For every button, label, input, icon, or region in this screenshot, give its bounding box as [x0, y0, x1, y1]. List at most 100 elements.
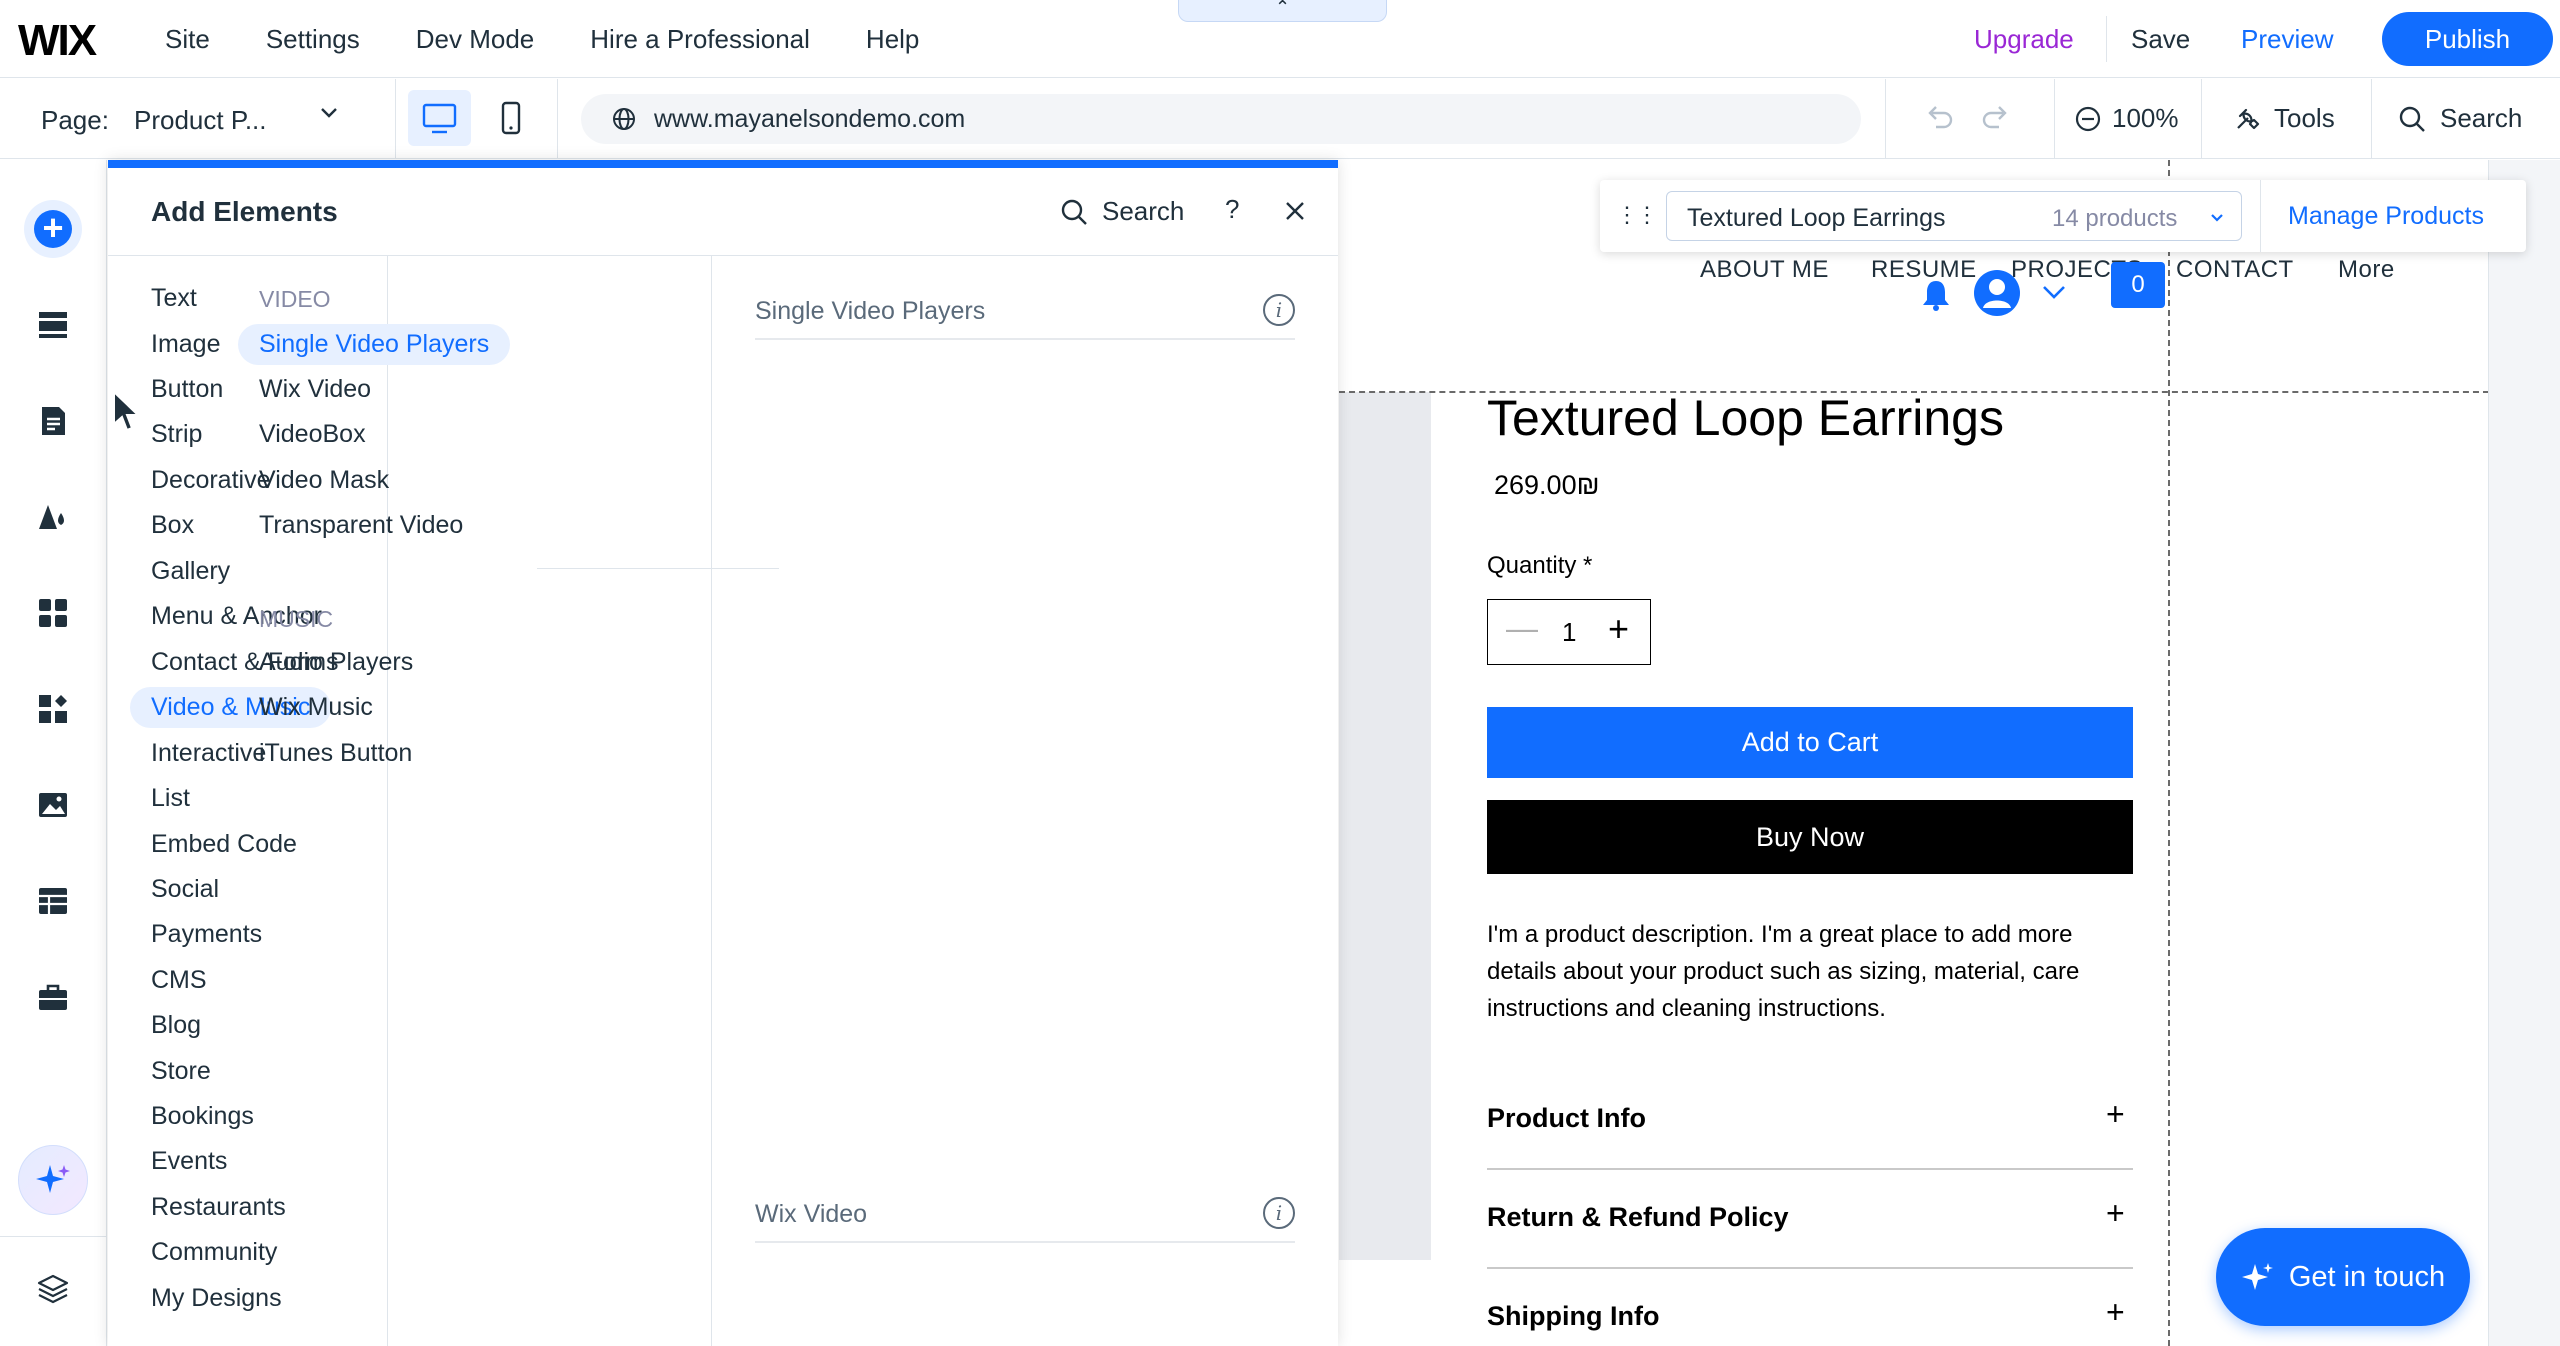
quantity-stepper[interactable]: — 1 + — [1487, 599, 1651, 665]
sub-videobox[interactable]: VideoBox — [259, 420, 366, 449]
add-elements-button[interactable]: + — [24, 200, 82, 258]
product-description[interactable]: I'm a product description. I'm a great p… — [1487, 916, 2127, 1027]
member-avatar[interactable] — [1974, 270, 2020, 316]
business-apps-button[interactable] — [24, 680, 82, 738]
apps-button[interactable] — [24, 584, 82, 642]
sparkle-icon — [2241, 1263, 2273, 1290]
save-button[interactable]: Save — [2131, 24, 2190, 55]
sections-button[interactable] — [24, 296, 82, 354]
add-to-cart-button[interactable]: Add to Cart — [1487, 707, 2133, 778]
site-nav-about[interactable]: ABOUT ME — [1700, 256, 1829, 284]
category-community[interactable]: Community — [151, 1238, 277, 1267]
category-my-designs[interactable]: My Designs — [151, 1284, 282, 1313]
panel-search-button[interactable]: Search — [1060, 196, 1184, 227]
page-selector[interactable]: Product P... — [134, 105, 267, 136]
info-icon[interactable]: i — [1263, 1197, 1295, 1229]
cms-button[interactable] — [24, 872, 82, 930]
product-selector[interactable]: Textured Loop Earrings 14 products — [1666, 191, 2242, 241]
divider — [395, 79, 396, 159]
drag-handle-icon[interactable]: ⋮⋮ — [1616, 202, 1658, 228]
chevron-down-icon[interactable] — [2040, 278, 2068, 309]
plus-icon[interactable]: + — [1608, 608, 1629, 650]
layers-icon — [37, 1274, 69, 1304]
menu-hire-professional[interactable]: Hire a Professional — [590, 24, 810, 55]
category-cms[interactable]: CMS — [151, 966, 207, 995]
category-payments[interactable]: Payments — [151, 920, 262, 949]
sub-single-video-players[interactable]: Single Video Players — [238, 324, 511, 365]
category-text[interactable]: Text — [151, 284, 197, 313]
bell-icon[interactable] — [1920, 278, 1952, 317]
product-price[interactable]: 269.00₪ — [1494, 470, 1600, 501]
category-box[interactable]: Box — [151, 511, 194, 540]
category-blog[interactable]: Blog — [151, 1011, 201, 1040]
divider — [2371, 79, 2372, 159]
product-title[interactable]: Textured Loop Earrings — [1487, 389, 2004, 447]
plus-icon[interactable]: + — [2106, 1195, 2125, 1232]
category-image[interactable]: Image — [151, 330, 220, 359]
upgrade-link[interactable]: Upgrade — [1974, 24, 2074, 55]
tools-button[interactable]: Tools — [2232, 103, 2335, 134]
category-decorative[interactable]: Decorative — [151, 466, 271, 495]
publish-button[interactable]: Publish — [2382, 12, 2553, 66]
undo-icon[interactable] — [1922, 101, 1956, 143]
plus-icon[interactable]: + — [2106, 1294, 2125, 1331]
plus-icon[interactable]: + — [2106, 1096, 2125, 1133]
help-icon[interactable]: ? — [1225, 194, 1239, 225]
ai-assistant-button[interactable] — [18, 1145, 88, 1215]
get-in-touch-button[interactable]: Get in touch — [2216, 1228, 2470, 1326]
mobile-view-button[interactable] — [490, 90, 532, 146]
media-button[interactable] — [24, 776, 82, 834]
redo-icon[interactable] — [1979, 101, 2013, 143]
category-restaurants[interactable]: Restaurants — [151, 1193, 286, 1222]
sub-itunes-button[interactable]: iTunes Button — [259, 739, 412, 768]
category-interactive[interactable]: Interactive — [151, 739, 266, 768]
plus-icon: + — [34, 210, 72, 248]
site-nav-contact[interactable]: CONTACT — [2176, 256, 2294, 284]
chevron-down-icon[interactable] — [318, 101, 340, 130]
menu-site[interactable]: Site — [165, 24, 210, 55]
close-icon[interactable] — [1282, 190, 1308, 232]
collapse-toolbar-button[interactable]: ⌃ — [1178, 0, 1387, 22]
sub-transparent-video[interactable]: Transparent Video — [259, 511, 463, 540]
site-url-bar[interactable]: www.mayanelsondemo.com — [581, 94, 1861, 144]
wix-logo[interactable]: WIX — [18, 16, 97, 66]
menu-help[interactable]: Help — [866, 24, 919, 55]
category-store[interactable]: Store — [151, 1057, 211, 1086]
category-list[interactable]: List — [151, 784, 190, 813]
layers-button[interactable] — [24, 1260, 82, 1318]
minus-icon[interactable]: — — [1506, 610, 1538, 647]
design-button[interactable] — [24, 488, 82, 546]
search-label: Search — [2440, 103, 2523, 133]
category-button[interactable]: Button — [151, 375, 223, 404]
category-gallery[interactable]: Gallery — [151, 557, 230, 586]
sub-video-mask[interactable]: Video Mask — [259, 466, 389, 495]
desktop-view-button[interactable] — [408, 90, 471, 146]
desktop-icon — [422, 103, 457, 134]
menu-dev-mode[interactable]: Dev Mode — [416, 24, 535, 55]
category-events[interactable]: Events — [151, 1147, 227, 1176]
category-social[interactable]: Social — [151, 875, 219, 904]
accordion-product-info[interactable]: Product Info — [1487, 1103, 1646, 1134]
divider — [2260, 180, 2261, 252]
editor-search-button[interactable]: Search — [2398, 103, 2522, 134]
category-strip[interactable]: Strip — [151, 420, 202, 449]
sub-wix-video[interactable]: Wix Video — [259, 375, 371, 404]
portfolio-button[interactable] — [24, 968, 82, 1026]
preview-button[interactable]: Preview — [2241, 24, 2333, 55]
info-icon[interactable]: i — [1263, 294, 1295, 326]
sub-wix-music[interactable]: Wix Music — [259, 693, 373, 722]
sub-audio-players[interactable]: Audio Players — [259, 648, 413, 677]
manage-products-button[interactable]: Manage Products — [2288, 202, 2484, 231]
accordion-return-policy[interactable]: Return & Refund Policy — [1487, 1202, 1789, 1233]
quantity-value[interactable]: 1 — [1562, 617, 1576, 648]
category-bookings[interactable]: Bookings — [151, 1102, 254, 1131]
menu-settings[interactable]: Settings — [266, 24, 360, 55]
add-elements-panel: Add Elements Search ? Text Image Button … — [108, 160, 1338, 1346]
pages-button[interactable] — [24, 392, 82, 450]
zoom-control[interactable]: 100% — [2074, 103, 2179, 134]
accordion-shipping-info[interactable]: Shipping Info — [1487, 1301, 1659, 1332]
buy-now-button[interactable]: Buy Now — [1487, 800, 2133, 874]
category-embed-code[interactable]: Embed Code — [151, 830, 297, 859]
site-nav-more[interactable]: More — [2338, 256, 2395, 284]
cart-icon[interactable]: 0 — [2111, 262, 2165, 308]
